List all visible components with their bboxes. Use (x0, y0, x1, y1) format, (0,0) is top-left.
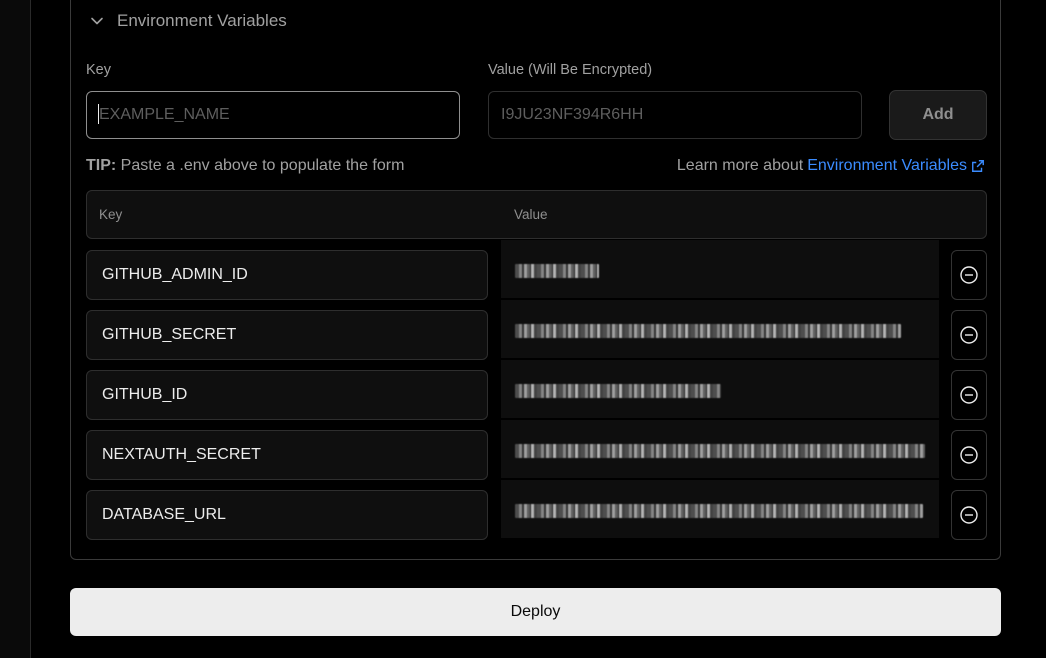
minus-circle-icon (960, 446, 978, 464)
env-key-cell[interactable]: GITHUB_ADMIN_ID (86, 250, 488, 300)
env-value-masked[interactable] (501, 240, 939, 298)
env-key-cell[interactable]: GITHUB_SECRET (86, 310, 488, 360)
learn-more-prefix: Learn more about (676, 157, 804, 174)
env-value-masked[interactable] (501, 480, 939, 538)
remove-row-button[interactable] (951, 370, 987, 420)
deploy-button[interactable]: Deploy (70, 588, 1001, 636)
chevron-down-icon (91, 17, 103, 25)
env-key-cell[interactable]: GITHUB_ID (86, 370, 488, 420)
remove-row-button[interactable] (951, 430, 987, 480)
minus-circle-icon (960, 386, 978, 404)
env-row: NEXTAUTH_SECRET (86, 420, 987, 480)
minus-circle-icon (960, 506, 978, 524)
env-row: GITHUB_ID (86, 360, 987, 420)
column-key: Key (99, 207, 123, 222)
minus-circle-icon (960, 266, 978, 284)
value-input[interactable] (488, 91, 862, 139)
env-key-cell[interactable]: DATABASE_URL (86, 490, 488, 540)
learn-more: Learn more about Environment Variables (677, 157, 985, 175)
key-input[interactable] (86, 91, 460, 139)
external-link-icon[interactable] (971, 159, 985, 173)
remove-row-button[interactable] (951, 250, 987, 300)
tip-message: Paste a .env above to populate the form (120, 157, 405, 174)
env-value-masked[interactable] (501, 360, 939, 418)
add-button[interactable]: Add (889, 90, 987, 140)
env-value-masked[interactable] (501, 420, 939, 478)
key-label: Key (86, 62, 111, 78)
text-caret (98, 104, 99, 124)
env-table-header: Key Value (86, 190, 987, 239)
remove-row-button[interactable] (951, 310, 987, 360)
remove-row-button[interactable] (951, 490, 987, 540)
tip-text: TIP: Paste a .env above to populate the … (86, 157, 404, 175)
section-title: Environment Variables (117, 11, 287, 30)
tip-label: TIP: (86, 157, 117, 174)
env-value-masked[interactable] (501, 300, 939, 358)
env-row: GITHUB_SECRET (86, 300, 987, 360)
env-row: DATABASE_URL (86, 480, 987, 540)
env-vars-header[interactable]: Environment Variables (89, 8, 287, 34)
env-key-cell[interactable]: NEXTAUTH_SECRET (86, 430, 488, 480)
left-rail (0, 0, 31, 658)
env-row: GITHUB_ADMIN_ID (86, 240, 987, 300)
value-label: Value (Will Be Encrypted) (488, 62, 653, 78)
env-vars-docs-link[interactable]: Environment Variables (807, 157, 967, 175)
env-vars-panel: Environment Variables Key Value (Will Be… (70, 0, 1001, 560)
column-value: Value (514, 207, 548, 222)
minus-circle-icon (960, 326, 978, 344)
